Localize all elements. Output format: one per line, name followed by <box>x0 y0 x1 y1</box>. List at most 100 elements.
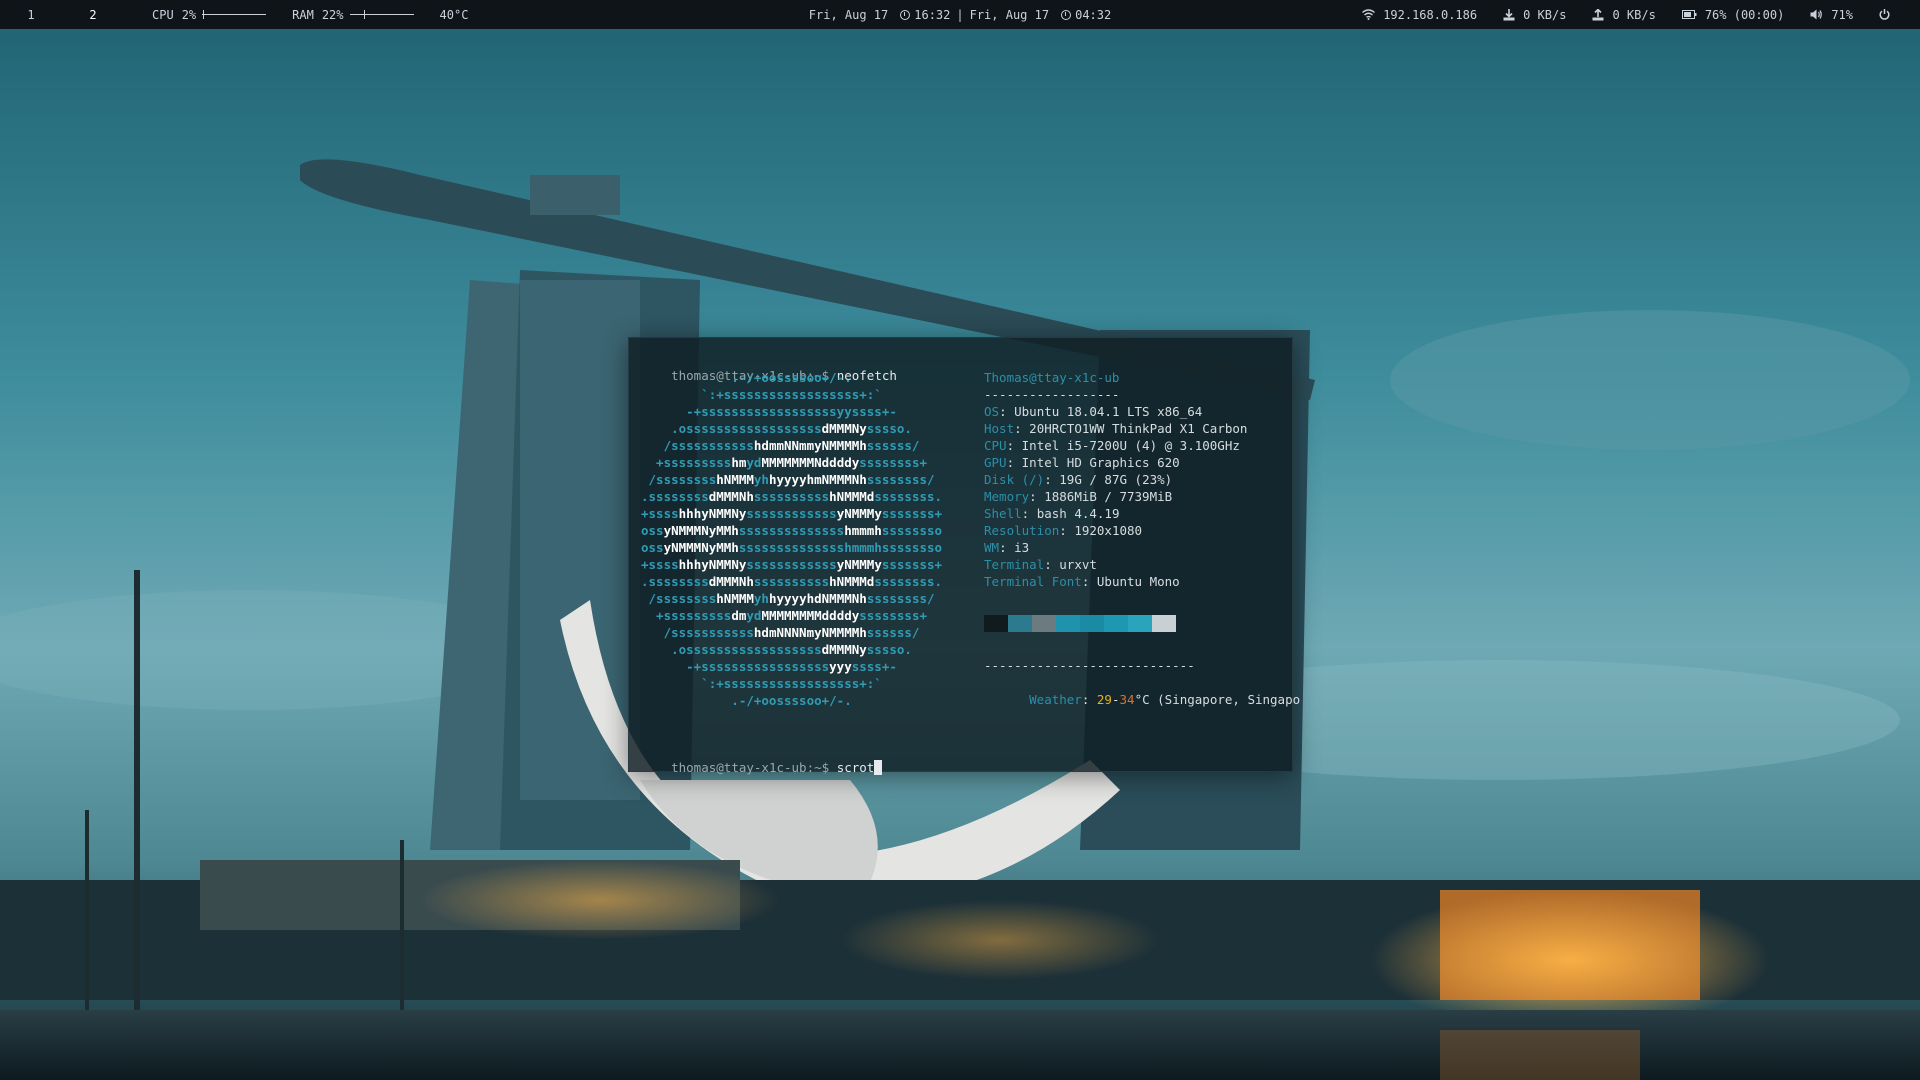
ascii-segment: sssssssssssssshmmmhssssssso <box>738 540 943 555</box>
info-value: Ubuntu 18.04.1 LTS x86_64 <box>1014 404 1203 419</box>
weather-row: Weather: 29-34°C (Singapore, Singapo <box>1029 692 1301 707</box>
ascii-line: .ossssssssssssssssssdMMMNysssso. <box>641 641 942 658</box>
shell-prompt: thomas@ttay-x1c-ub:~$ <box>671 760 830 775</box>
ascii-segment: .ssssssss <box>641 574 709 589</box>
ascii-segment: hyyyyhmNMMMNh <box>768 472 867 487</box>
palette-swatch <box>1032 615 1056 632</box>
battery-level: 76% (00:00) <box>1704 7 1785 22</box>
ascii-segment: hdmmNNmmyNMMMMh <box>753 438 867 453</box>
info-row: Shell: bash 4.4.19 <box>984 506 1120 521</box>
ascii-segment: yh <box>753 591 769 606</box>
ascii-segment: +sssssssss <box>641 608 732 623</box>
ascii-line: .-/+oossssoo+/-. <box>641 369 942 386</box>
power-button[interactable] <box>1879 9 1890 20</box>
ascii-segment: ssssssssssssss <box>738 523 845 538</box>
ascii-segment: oss <box>641 523 664 538</box>
ascii-segment: ssssssss/ <box>866 472 935 487</box>
ascii-segment: hmmmh <box>844 523 882 538</box>
ascii-line: -+ssssssssssssssssssyyssss+- <box>641 403 942 420</box>
ascii-segment: ssssssss. <box>874 574 943 589</box>
ascii-segment: ssssss/ <box>866 625 920 640</box>
ascii-segment: hhhyNMMNy <box>678 506 747 521</box>
volume-icon <box>1810 9 1823 20</box>
ascii-segment: dMMMNy <box>821 642 867 657</box>
ascii-segment: yyy <box>829 659 852 674</box>
ascii-segment: hdmNNNNmyNMMMMh <box>753 625 867 640</box>
ascii-segment: +sssssssss <box>641 455 732 470</box>
ascii-segment: .ossssssssssssssssss <box>641 421 822 436</box>
ascii-segment: dMMMNh <box>708 574 754 589</box>
info-key: CPU <box>984 438 1007 453</box>
ascii-segment: /sssssssssss <box>641 438 754 453</box>
info-key: OS <box>984 404 1000 419</box>
local-date: Fri, Aug 17 <box>808 7 889 22</box>
ascii-segment: sssssss+ <box>881 557 943 572</box>
download-indicator: 0 KB/s <box>1503 8 1566 22</box>
info-row: OS: Ubuntu 18.04.1 LTS x86_64 <box>984 404 1203 419</box>
info-value: Intel HD Graphics 620 <box>1021 455 1180 470</box>
ascii-line: +sssshhhyNMMNyssssssssssssyNMMMysssssss+ <box>641 556 942 573</box>
ascii-segment: ssssssssssss <box>746 506 837 521</box>
ascii-line: +ssssssssshmydMMMMMMMNddddyssssssss+ <box>641 454 942 471</box>
info-key: WM <box>984 540 1000 555</box>
ascii-segment: ssssssss/ <box>866 591 935 606</box>
volume-indicator[interactable]: 71% <box>1810 8 1853 22</box>
weather-key: Weather <box>1029 692 1082 707</box>
info-row: CPU: Intel i5-7200U (4) @ 3.100GHz <box>984 438 1240 453</box>
ascii-segment: /sssssssssss <box>641 625 754 640</box>
workspace-1-button[interactable]: 1 <box>0 0 62 29</box>
cpu-label: CPU <box>152 7 174 22</box>
ascii-segment: ssss+- <box>851 659 897 674</box>
ascii-segment: dMMMNy <box>821 421 867 436</box>
clock-icon <box>1061 9 1072 20</box>
ascii-line: ossyNMMMNyMMhsssssssssssssshmmmhssssssso <box>641 539 942 556</box>
cpu-value: 2% <box>181 7 197 22</box>
palette-swatch <box>984 615 1008 632</box>
workspace-2-button[interactable]: 2 <box>62 0 124 29</box>
palette-swatch <box>1056 615 1080 632</box>
ascii-segment: .-/+oossssoo+/-. <box>641 693 852 708</box>
info-row: Terminal Font: Ubuntu Mono <box>984 574 1180 589</box>
ascii-segment: yd <box>746 455 762 470</box>
battery-indicator: 76% (00:00) <box>1681 7 1785 22</box>
ascii-segment: yNMMMNyMMh <box>663 540 739 555</box>
ascii-line: /ssssssssssshdmmNNmmyNMMMMhssssss/ <box>641 437 942 454</box>
clock-icon <box>900 9 911 20</box>
ascii-segment: ssssssssss <box>753 574 830 589</box>
command-input[interactable]: scrot <box>837 760 875 775</box>
info-separator: ------------------ <box>984 387 1120 402</box>
ascii-line: .-/+oossssoo+/-. <box>641 692 942 709</box>
battery-icon <box>1681 10 1697 19</box>
clock-separator: | <box>956 7 964 22</box>
ascii-segment: hNMMMd <box>829 574 875 589</box>
ascii-line: .ossssssssssssssssssdMMMNysssso. <box>641 420 942 437</box>
weather-rest: °C (Singapore, Singapo <box>1134 692 1301 707</box>
ascii-segment: dMMMNh <box>708 489 754 504</box>
ip-address: 192.168.0.186 <box>1383 7 1478 22</box>
info-row: Host: 20HRCTO1WW ThinkPad X1 Carbon <box>984 421 1248 436</box>
temperature-indicator: 40°C <box>439 7 469 22</box>
ram-indicator: RAM 22% <box>292 8 414 22</box>
ascii-segment: .-/+oossssoo+/-. <box>641 370 852 385</box>
ascii-segment: MMMMMMMMddddy <box>761 608 860 623</box>
ascii-segment: ssssssss+ <box>859 455 928 470</box>
ascii-line: .ssssssssdMMMNhsssssssssshNMMMdssssssss. <box>641 488 942 505</box>
ascii-segment: yNMMMy <box>836 506 882 521</box>
palette-swatch <box>1128 615 1152 632</box>
clock: Fri, Aug 17 16:32 | Fri, Aug 17 04:32 <box>809 8 1111 22</box>
terminal-window[interactable]: thomas@ttay-x1c-ub:~$ neofetch .-/+oosss… <box>628 337 1300 775</box>
upload-indicator: 0 KB/s <box>1592 7 1656 22</box>
ascii-segment: -+ssssssssssssssssssyyssss+- <box>641 404 897 419</box>
info-key: Shell <box>984 506 1022 521</box>
palette-swatch <box>1104 615 1128 632</box>
ascii-segment: dm <box>731 608 747 623</box>
remote-date: Fri, Aug 17 <box>969 7 1050 22</box>
ascii-segment: sssso. <box>866 642 912 657</box>
ascii-line: /ssssssssssshdmNNNNmyNMMMMhssssss/ <box>641 624 942 641</box>
local-time: 16:32 <box>914 7 951 22</box>
network-indicator: 192.168.0.186 <box>1362 8 1477 22</box>
ascii-segment: `:+ssssssssssssssssss+:` <box>641 676 882 691</box>
upload-icon <box>1592 8 1604 20</box>
upload-rate: 0 KB/s <box>1612 7 1656 22</box>
palette-swatch <box>1080 615 1104 632</box>
